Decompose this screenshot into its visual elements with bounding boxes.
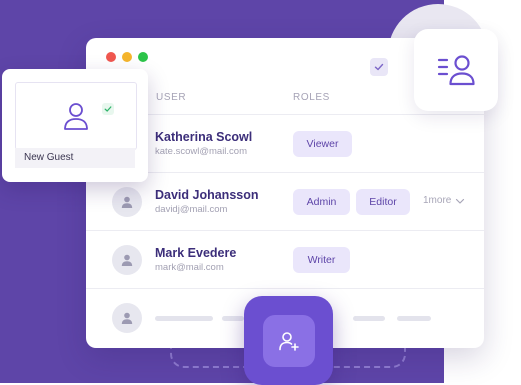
maximize-window-dot[interactable] <box>138 52 148 62</box>
add-user-icon <box>278 331 299 351</box>
close-window-dot[interactable] <box>106 52 116 62</box>
avatar <box>112 245 142 275</box>
placeholder-bar <box>353 316 385 321</box>
check-icon <box>104 106 112 112</box>
table-row[interactable]: David Johansson davidj@mail.com Admin Ed… <box>86 172 484 231</box>
column-header-roles: ROLES <box>293 92 330 103</box>
more-roles-toggle[interactable]: 1more <box>423 195 465 206</box>
user-icon <box>121 254 133 266</box>
user-icon <box>121 196 133 208</box>
placeholder-bar <box>155 316 213 321</box>
user-list-card[interactable] <box>414 29 498 111</box>
user-email: kate.scowl@mail.com <box>155 146 247 157</box>
user-name: David Johansson <box>155 188 259 202</box>
user-outline-icon <box>64 103 88 130</box>
avatar <box>112 303 142 333</box>
add-user-button-frame <box>244 296 333 385</box>
user-email: mark@mail.com <box>155 262 224 273</box>
check-icon <box>374 63 384 71</box>
chevron-down-icon <box>456 198 465 204</box>
add-user-button[interactable] <box>262 314 315 367</box>
column-header-user: USER <box>156 92 187 103</box>
user-email: davidj@mail.com <box>155 204 228 215</box>
user-icon <box>121 312 133 324</box>
avatar <box>112 187 142 217</box>
guest-selected-checkbox[interactable] <box>102 103 114 115</box>
placeholder-bar <box>222 316 244 321</box>
user-name: Mark Evedere <box>155 246 237 260</box>
select-checkbox[interactable] <box>370 58 388 76</box>
table-row[interactable]: Mark Evedere mark@mail.com Writer <box>86 230 484 289</box>
more-roles-label: 1more <box>423 195 452 206</box>
minimize-window-dot[interactable] <box>122 52 132 62</box>
user-list-icon <box>437 55 475 86</box>
guest-label: New Guest <box>15 148 135 168</box>
role-chip-admin[interactable]: Admin <box>293 189 350 215</box>
role-chip-viewer[interactable]: Viewer <box>293 131 352 157</box>
placeholder-bar <box>397 316 431 321</box>
guest-avatar-frame <box>15 82 137 150</box>
role-chip-writer[interactable]: Writer <box>293 247 350 273</box>
role-chip-editor[interactable]: Editor <box>356 189 410 215</box>
new-guest-card[interactable]: New Guest <box>2 69 148 182</box>
user-name: Katherina Scowl <box>155 130 253 144</box>
